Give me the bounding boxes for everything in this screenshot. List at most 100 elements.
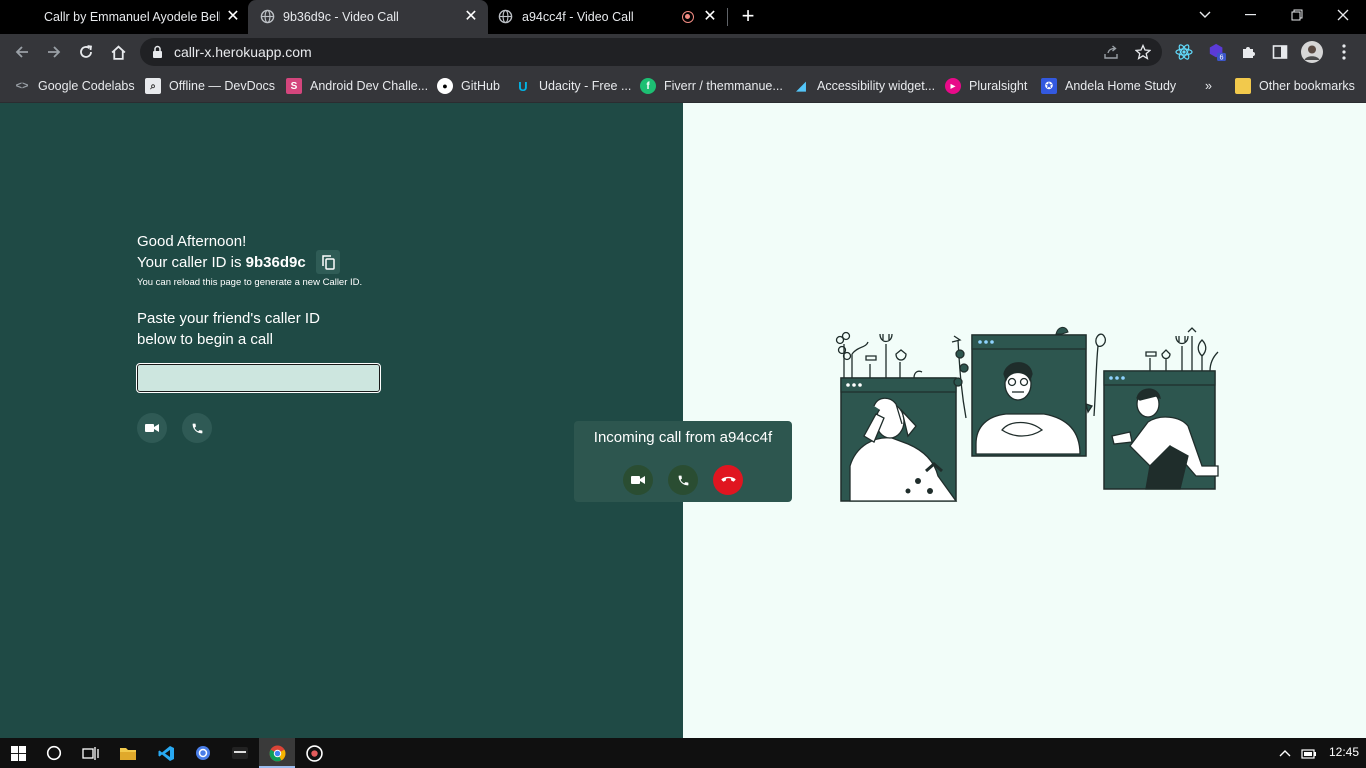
reload-note: You can reload this page to generate a n…	[137, 277, 363, 288]
chrome-icon[interactable]	[266, 742, 288, 764]
bookmark-label: Fiverr / themmanue...	[664, 79, 783, 93]
app-blue-circle-icon[interactable]	[192, 742, 214, 764]
caller-id-value: 9b36d9c	[245, 254, 306, 271]
windows-taskbar: 12:45	[0, 738, 1366, 768]
udacity-icon: U	[518, 78, 528, 94]
friend-caller-id-input[interactable]	[136, 363, 381, 393]
new-tab-button[interactable]: +	[738, 5, 758, 27]
bookmark-devdocs[interactable]: ⌕ Offline — DevDocs	[145, 76, 275, 96]
menu-kebab-icon[interactable]	[1335, 43, 1353, 61]
paste-instruction-line2: below to begin a call	[137, 331, 273, 348]
tab-callr[interactable]: Callr by Emmanuel Ayodele Bello ✕	[0, 0, 248, 34]
codelabs-icon: <>	[15, 80, 29, 92]
file-explorer-icon[interactable]	[117, 742, 139, 764]
profile-avatar[interactable]	[1301, 41, 1323, 63]
bookmark-label: Offline — DevDocs	[169, 79, 276, 93]
url-text: callr-x.herokuapp.com	[174, 44, 312, 60]
home-icon[interactable]	[107, 41, 129, 63]
lock-icon	[153, 45, 162, 58]
greeting-text: Good Afternoon!	[137, 233, 247, 250]
restore-icon[interactable]	[1283, 4, 1311, 26]
answer-voice-button[interactable]	[668, 465, 698, 495]
github-icon: ●	[437, 78, 453, 94]
taskbar-clock: 12:45	[1329, 745, 1360, 759]
bookmark-label: Google Codelabs	[38, 79, 135, 93]
voice-call-button[interactable]	[182, 413, 212, 443]
answer-video-button[interactable]	[623, 465, 653, 495]
caller-id-line: Your caller ID is 9b36d9c	[137, 254, 306, 271]
bookmark-github[interactable]: ● GitHub	[437, 76, 500, 96]
other-bookmarks-folder[interactable]: Other bookmarks	[1235, 76, 1355, 96]
side-panel-icon[interactable]	[1271, 43, 1289, 61]
bookmark-pluralsight[interactable]: ▸ Pluralsight	[945, 76, 1027, 96]
app-dark-badge-icon[interactable]	[229, 742, 251, 764]
star-icon[interactable]	[1135, 44, 1151, 60]
incoming-call-dialog: Incoming call from a94cc4f	[574, 421, 792, 502]
hang-up-icon	[720, 476, 736, 482]
caller-id-prefix: Your caller ID is	[137, 254, 242, 271]
overflow-label: »	[1205, 79, 1212, 93]
minimize-icon[interactable]	[1237, 4, 1265, 26]
share-icon[interactable]	[1103, 44, 1119, 60]
bookmark-label: Udacity - Free ...	[539, 79, 632, 93]
video-call-button[interactable]	[137, 413, 167, 443]
video-camera-icon	[145, 424, 159, 432]
recording-app-icon[interactable]	[303, 742, 325, 764]
close-icon[interactable]: ✕	[701, 8, 719, 26]
bookmark-label: Pluralsight	[969, 79, 1028, 93]
bookmarks-overflow-button[interactable]: »	[1205, 76, 1212, 96]
web-page: Good Afternoon! Your caller ID is 9b36d9…	[0, 103, 1366, 738]
recording-icon	[682, 11, 694, 23]
video-camera-icon	[631, 476, 645, 484]
bookmark-accessibility-widget[interactable]: ◢ Accessibility widget...	[793, 76, 935, 96]
phone-icon	[678, 475, 688, 485]
browser-toolbar: callr-x.herokuapp.com 6	[0, 34, 1366, 70]
task-view-icon[interactable]	[79, 742, 101, 764]
reload-icon[interactable]	[75, 41, 97, 63]
tab-title: Callr by Emmanuel Ayodele Bello	[44, 10, 220, 24]
close-icon[interactable]: ✕	[462, 8, 480, 26]
bookmark-udacity[interactable]: U Udacity - Free ...	[515, 76, 631, 96]
bookmark-andela[interactable]: ✪ Andela Home Study	[1041, 76, 1176, 96]
network-icon[interactable]	[1298, 742, 1320, 764]
bookmark-android-dev-challenge[interactable]: S Android Dev Challe...	[286, 76, 428, 96]
extension-badge: 6	[1220, 53, 1224, 62]
tab-separator	[727, 8, 728, 26]
folder-icon	[1235, 78, 1251, 94]
search-circle-icon[interactable]	[43, 742, 65, 764]
video-call-illustration	[835, 326, 1219, 502]
copy-icon	[321, 254, 335, 270]
bookmark-label: Andela Home Study	[1065, 79, 1177, 93]
tab-video-call-active[interactable]: 9b36d9c - Video Call ✕	[248, 0, 488, 34]
tray-chevron-up-icon[interactable]	[1274, 742, 1296, 764]
bookmark-google-codelabs[interactable]: <> Google Codelabs	[14, 76, 135, 96]
windows-start-icon[interactable]	[7, 742, 29, 764]
devdocs-icon: ⌕	[145, 78, 161, 94]
bookmark-label: Android Dev Challe...	[310, 79, 429, 93]
tab-search-chevron-icon[interactable]	[1191, 4, 1219, 26]
incoming-call-message: Incoming call from a94cc4f	[593, 429, 773, 446]
tab-strip: Callr by Emmanuel Ayodele Bello ✕ 9b36d9…	[0, 0, 1366, 34]
flutter-icon: ◢	[796, 78, 806, 93]
pluralsight-icon: ▸	[945, 78, 961, 94]
address-bar[interactable]: callr-x.herokuapp.com	[140, 38, 1162, 66]
android-challenge-icon: S	[286, 78, 302, 94]
back-arrow-icon[interactable]	[11, 41, 33, 63]
extensions-puzzle-icon[interactable]	[1239, 43, 1257, 61]
decline-call-button[interactable]	[713, 465, 743, 495]
globe-icon	[260, 9, 275, 24]
extension-cube-icon[interactable]: 6	[1208, 43, 1226, 62]
forward-arrow-icon[interactable]	[43, 41, 65, 63]
globe-icon	[498, 9, 513, 24]
close-icon[interactable]: ✕	[224, 8, 242, 26]
react-devtools-icon[interactable]	[1175, 43, 1193, 61]
close-window-icon[interactable]	[1329, 4, 1357, 26]
tab-title: a94cc4f - Video Call	[522, 10, 634, 24]
tab-title: 9b36d9c - Video Call	[283, 10, 399, 24]
bookmark-fiverr[interactable]: f Fiverr / themmanue...	[640, 76, 783, 96]
bookmark-label: Accessibility widget...	[817, 79, 936, 93]
vscode-icon[interactable]	[155, 742, 177, 764]
tab-video-call[interactable]: a94cc4f - Video Call ✕	[488, 0, 728, 34]
bookmark-label: Other bookmarks	[1259, 79, 1355, 93]
copy-caller-id-button[interactable]	[316, 250, 340, 274]
